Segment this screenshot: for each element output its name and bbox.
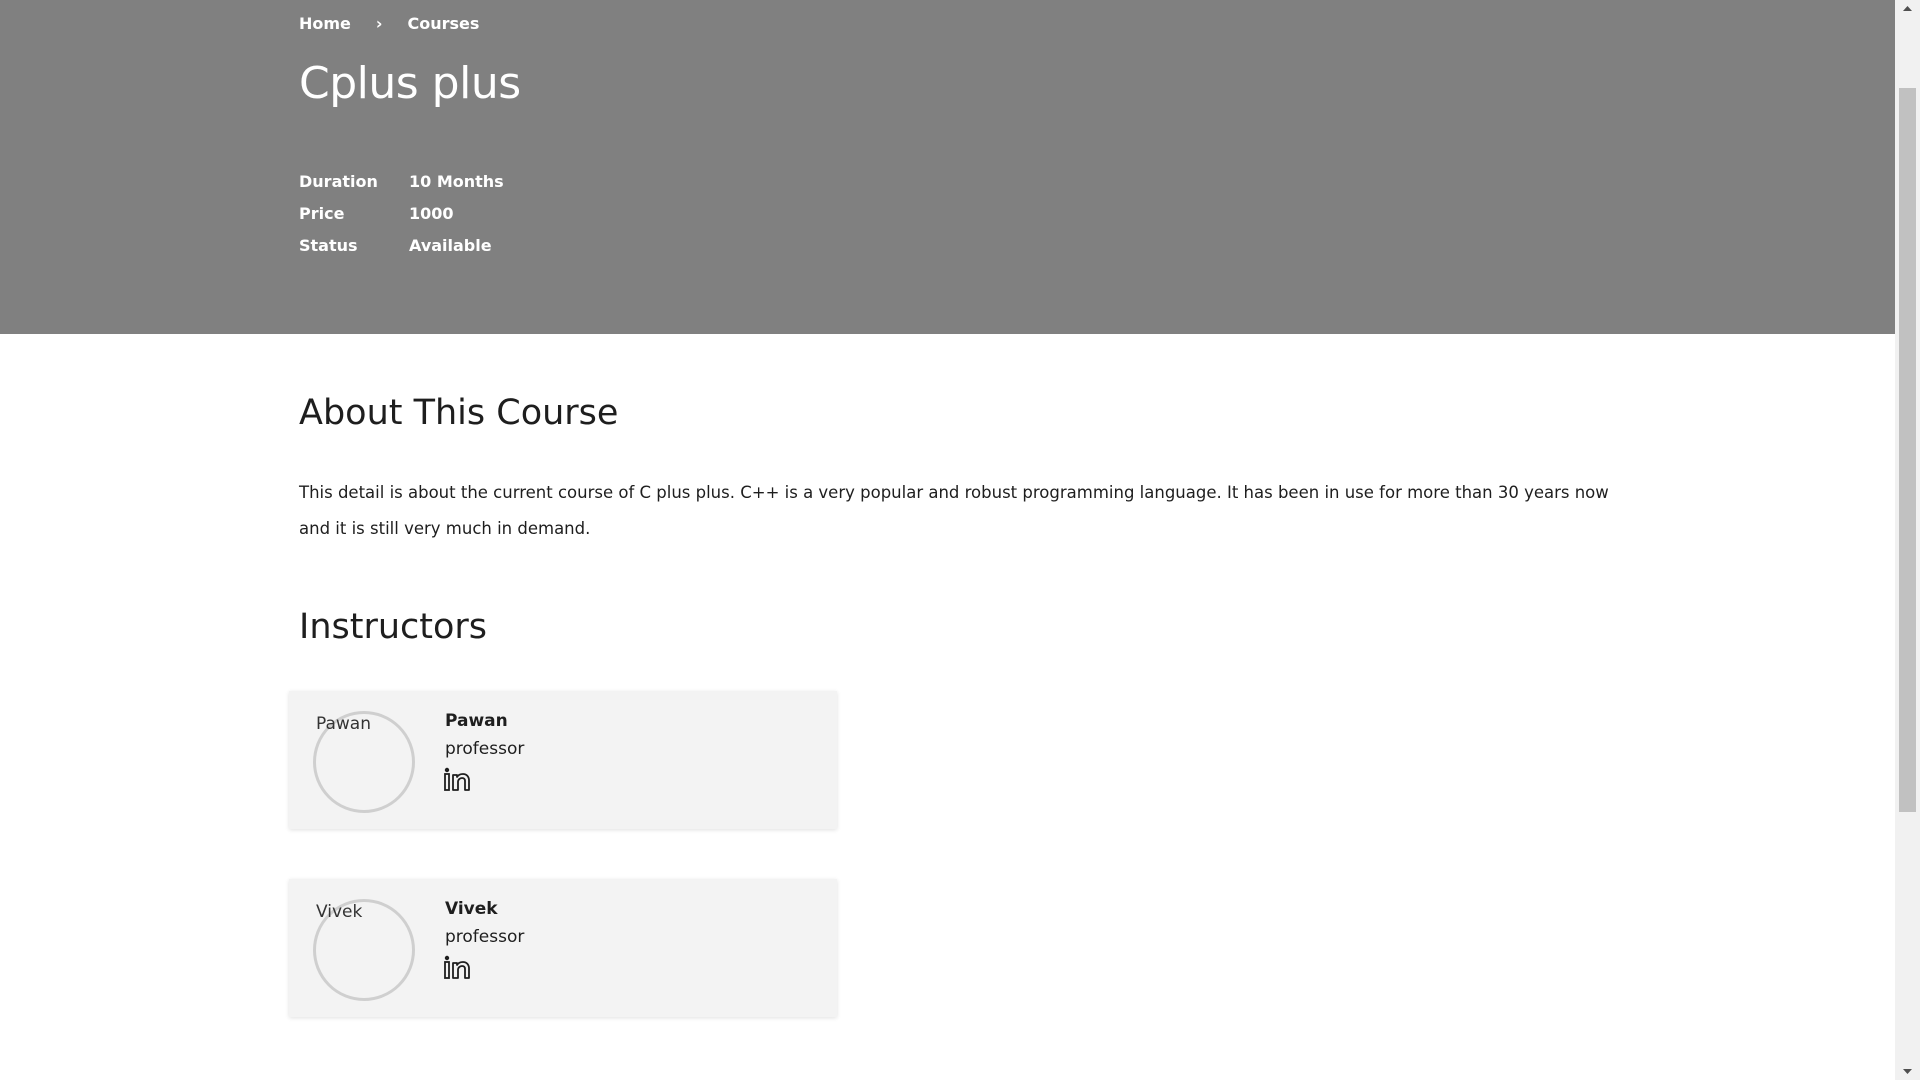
linkedin-icon[interactable] <box>444 955 470 979</box>
instructor-role: professor <box>445 927 525 947</box>
avatar-alt-text: Vivek <box>316 902 363 922</box>
instructor-card: Pawan Pawan professor <box>289 691 837 829</box>
meta-row-status: Status Available <box>299 229 504 261</box>
avatar-alt-text: Pawan <box>316 714 372 734</box>
scroll-down-arrow-icon[interactable] <box>1895 1063 1920 1080</box>
meta-value: 1000 <box>409 203 454 223</box>
meta-row-price: Price 1000 <box>299 197 504 229</box>
meta-label: Price <box>299 203 345 223</box>
breadcrumb: Home › Courses <box>299 14 479 33</box>
meta-value: 10 Months <box>409 171 504 191</box>
scrollbar-thumb[interactable] <box>1899 88 1916 812</box>
instructors-heading: Instructors <box>299 607 488 647</box>
instructor-role: professor <box>445 739 525 759</box>
breadcrumb-home-link[interactable]: Home <box>299 14 351 33</box>
scroll-up-arrow-icon[interactable] <box>1895 0 1920 17</box>
instructor-name: Pawan <box>445 711 508 731</box>
about-heading: About This Course <box>299 393 619 433</box>
meta-label: Status <box>299 235 358 255</box>
instructor-name: Vivek <box>445 899 498 919</box>
meta-value: Available <box>409 235 492 255</box>
page-title: Cplus plus <box>299 58 521 109</box>
course-hero: Home › Courses Cplus plus Duration 10 Mo… <box>0 0 1895 334</box>
instructor-card: Vivek Vivek professor <box>289 879 837 1017</box>
meta-label: Duration <box>299 171 378 191</box>
vertical-scrollbar[interactable] <box>1895 0 1920 1080</box>
about-description: This detail is about the current course … <box>299 483 1609 538</box>
breadcrumb-separator: › <box>375 14 383 33</box>
course-meta: Duration 10 Months Price 1000 Status Ava… <box>299 165 504 261</box>
meta-row-duration: Duration 10 Months <box>299 165 504 197</box>
breadcrumb-courses-link[interactable]: Courses <box>408 14 480 33</box>
linkedin-icon[interactable] <box>444 767 470 791</box>
